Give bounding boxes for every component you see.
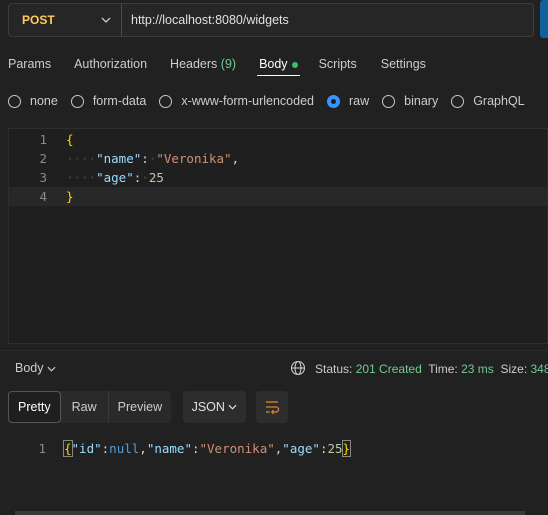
response-section-label: Body (15, 361, 44, 375)
tab-label: Authorization (74, 57, 148, 71)
method-label: POST (22, 13, 55, 27)
json-value: "Veronika" (156, 151, 232, 166)
radio-circle[interactable] (327, 94, 340, 108)
radio-label: x-www-form-urlencoded (181, 94, 314, 108)
radio-graphql[interactable]: GraphQL (451, 94, 525, 108)
request-tabs: Params Authorization Headers (9) Body Sc… (0, 52, 433, 76)
body-type-options: none form-data x-www-form-urlencoded raw… (8, 94, 538, 108)
radio-label: none (30, 94, 58, 108)
format-select[interactable]: JSON (183, 391, 246, 423)
request-body-editor[interactable]: 1 { 2 ····"name":·"Veronika", 3 ····"age… (8, 128, 548, 344)
request-bar: POST http://localhost:8080/widgets (8, 3, 534, 37)
tab-settings[interactable]: Settings (364, 52, 433, 76)
response-body-dropdown[interactable]: Body (15, 361, 56, 375)
radio-x-www-form-urlencoded[interactable]: x-www-form-urlencoded (159, 94, 314, 108)
json-key: "age" (282, 441, 320, 456)
editor-line: 3 ····"age":·25 (9, 168, 547, 187)
globe-icon[interactable] (290, 360, 306, 376)
radio-circle[interactable] (451, 94, 465, 108)
json-value: "Veronika" (199, 441, 275, 456)
radio-label: binary (404, 94, 439, 108)
radio-raw[interactable]: raw (327, 94, 369, 108)
line-number: 1 (38, 441, 46, 456)
close-brace: } (341, 440, 352, 457)
json-value: 25 (327, 441, 343, 456)
radio-circle[interactable] (70, 94, 84, 108)
response-header: Body Status: 201 Created Time: 23 ms Siz… (0, 358, 548, 380)
editor-line: 2 ····"name":·"Veronika", (9, 149, 547, 168)
headers-count: (9) (220, 57, 237, 71)
radio-circle[interactable] (382, 94, 396, 108)
response-view-toggle: Pretty Raw Preview (8, 391, 172, 423)
open-brace: { (63, 440, 73, 457)
tab-params[interactable]: Params (0, 52, 58, 76)
line-number: 2 (39, 151, 47, 166)
send-button[interactable] (540, 0, 548, 38)
radio-circle[interactable] (8, 94, 21, 108)
open-brace: { (66, 132, 74, 147)
json-value: 25 (148, 170, 164, 185)
method-select[interactable]: POST (9, 4, 122, 36)
time-label: Time: (428, 362, 458, 376)
body-modified-dot (291, 61, 298, 68)
horizontal-scrollbar[interactable] (15, 511, 525, 515)
time-value[interactable]: 23 ms (461, 362, 494, 376)
radio-form-data[interactable]: form-data (70, 94, 147, 108)
status-value[interactable]: 201 Created (356, 362, 422, 376)
json-key: "name" (96, 151, 142, 166)
size-label: Size: (500, 362, 528, 376)
tab-scripts[interactable]: Scripts (300, 52, 364, 76)
response-meta: Status: 201 Created Time: 23 ms Size: 34… (315, 362, 548, 376)
chevron-down-icon (47, 366, 56, 372)
tab-label: Params (8, 57, 52, 71)
json-key: "name" (146, 441, 192, 456)
line-number: 1 (39, 132, 47, 147)
radio-label: form-data (92, 94, 147, 108)
view-pretty-button[interactable]: Pretty (8, 391, 61, 423)
view-raw-button[interactable]: Raw (61, 391, 108, 423)
tab-body[interactable]: Body (257, 52, 300, 76)
tab-label: Body (259, 57, 288, 71)
pane-divider[interactable] (0, 350, 548, 351)
radio-label: raw (349, 94, 370, 108)
line-number: 3 (39, 170, 47, 185)
json-value: null (109, 441, 140, 456)
json-key: "age" (96, 170, 134, 185)
format-label: JSON (191, 400, 225, 414)
wrap-lines-button[interactable] (256, 391, 288, 423)
radio-circle[interactable] (159, 94, 173, 108)
tab-label: Headers (170, 57, 218, 71)
editor-line-current: 4 } (9, 187, 547, 206)
close-brace: } (66, 189, 74, 204)
view-preview-button[interactable]: Preview (107, 391, 171, 423)
editor-line: 1 { (9, 130, 547, 149)
tab-authorization[interactable]: Authorization (58, 52, 154, 76)
tab-headers[interactable]: Headers (9) (154, 52, 243, 76)
json-key: "id" (71, 441, 102, 456)
tab-label: Settings (380, 57, 426, 71)
chevron-down-icon (101, 14, 111, 26)
response-body[interactable]: 1 {"id":null,"name":"Veronika","age":25} (8, 439, 548, 458)
radio-label: GraphQL (473, 94, 525, 108)
status-label: Status: (315, 362, 353, 376)
radio-binary[interactable]: binary (382, 94, 438, 108)
line-number: 4 (39, 189, 47, 204)
wrap-lines-icon (266, 401, 280, 414)
chevron-down-icon (228, 404, 237, 410)
radio-none[interactable]: none (8, 94, 58, 108)
url-input[interactable]: http://localhost:8080/widgets (122, 13, 289, 27)
tab-label: Scripts (318, 57, 357, 71)
size-value[interactable]: 348 B (531, 362, 548, 376)
